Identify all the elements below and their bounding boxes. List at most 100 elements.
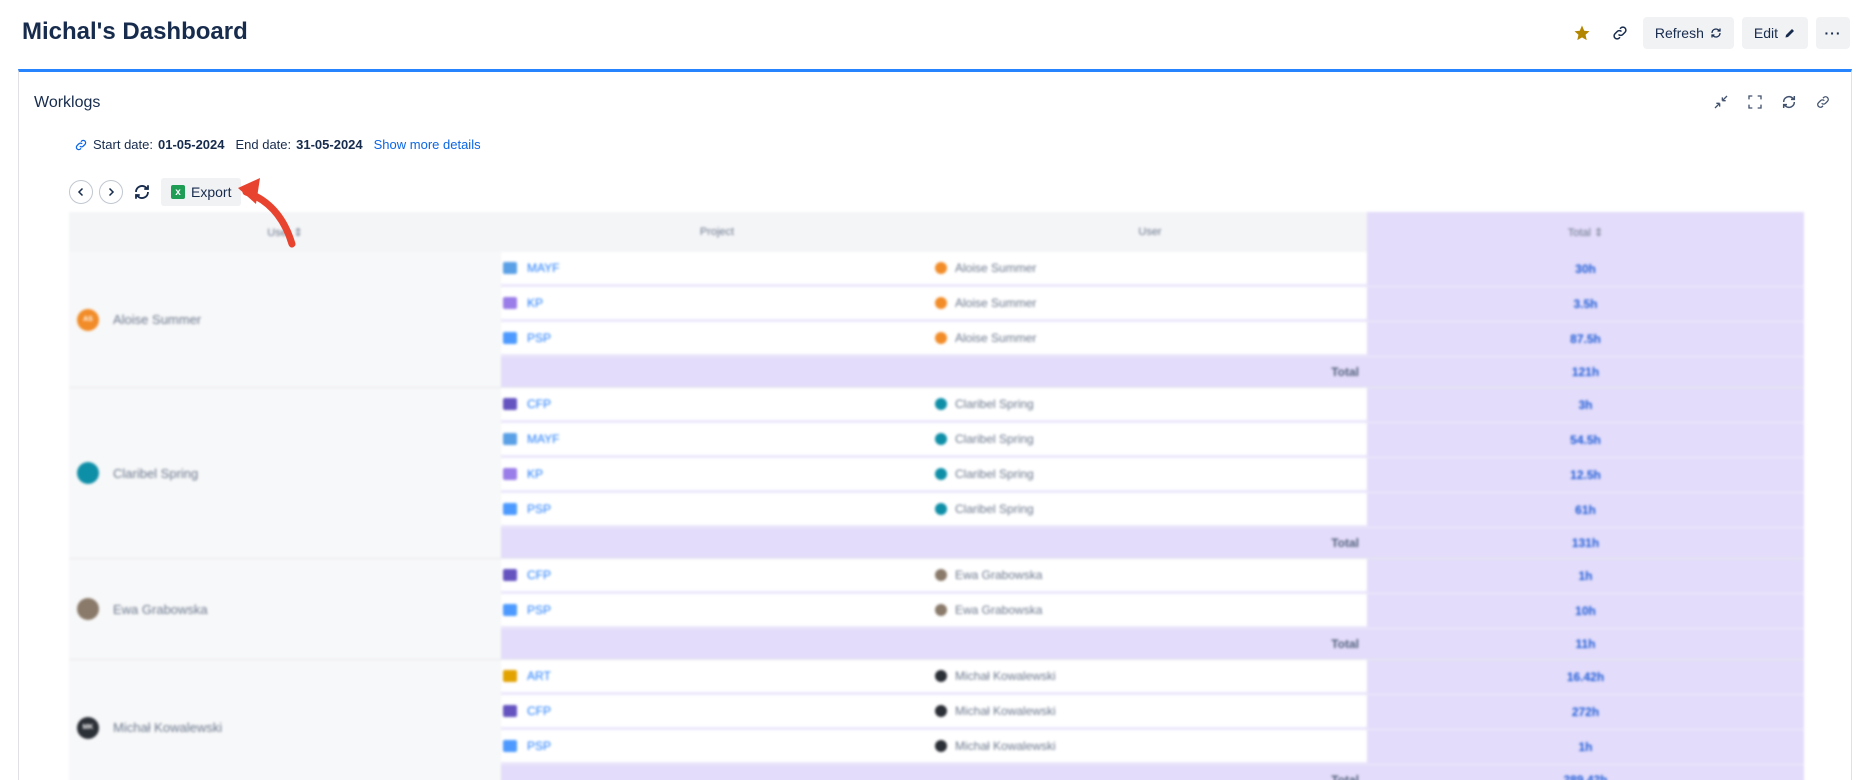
gadget-controls — [1711, 92, 1833, 112]
group-user-cell: MK Michał Kowalewski — [69, 660, 501, 780]
avatar: MK — [77, 716, 99, 739]
project-icon — [503, 569, 517, 581]
group-total-label: Total — [501, 629, 1367, 659]
group-total-row: Total 289.42h — [501, 765, 1804, 780]
project-link[interactable]: KP — [527, 467, 543, 481]
pencil-icon — [1785, 29, 1794, 38]
prev-button[interactable] — [69, 180, 93, 204]
table-toolbar: x Export — [69, 178, 242, 206]
project-cell: MAYF — [501, 423, 933, 458]
project-cell: PSP — [501, 594, 933, 629]
project-link[interactable]: CFP — [527, 397, 551, 411]
end-date-label: End date: — [235, 137, 292, 152]
user-avatar-icon — [935, 569, 947, 581]
column-header-total[interactable]: Total ⇕ — [1367, 212, 1804, 252]
export-label: Export — [191, 184, 232, 200]
table-refresh-icon[interactable] — [129, 179, 155, 205]
more-actions-button[interactable]: ··· — [1816, 17, 1850, 49]
user-avatar-icon — [935, 670, 947, 682]
project-cell: CFP — [501, 695, 933, 730]
project-icon — [503, 705, 517, 717]
gadget-link-icon[interactable] — [1813, 92, 1833, 112]
project-icon — [503, 670, 517, 682]
show-more-details-link[interactable]: Show more details — [374, 137, 481, 152]
project-link[interactable]: PSP — [527, 739, 551, 753]
link-icon[interactable] — [74, 138, 88, 152]
table-row: CFP Claribel Spring 3h — [501, 388, 1804, 423]
minimize-icon[interactable] — [1711, 92, 1731, 112]
header-actions: Refresh Edit ··· — [1567, 17, 1850, 49]
group-user-name: Claribel Spring — [113, 465, 199, 481]
project-link[interactable]: PSP — [527, 502, 551, 516]
group-total-row: Total 131h — [501, 528, 1804, 558]
user-cell: Michał Kowalewski — [933, 695, 1367, 730]
user-avatar-icon — [935, 332, 947, 344]
dashboard-header: Michal's Dashboard Refresh Edit ··· — [0, 0, 1870, 66]
user-name: Michał Kowalewski — [955, 704, 1056, 718]
copy-link-icon[interactable] — [1605, 18, 1635, 48]
project-link[interactable]: CFP — [527, 704, 551, 718]
table-row: KP Aloise Summer 3.5h — [501, 287, 1804, 322]
column-header-project: Project — [501, 212, 933, 252]
user-cell: Aloise Summer — [933, 322, 1367, 357]
table-row: PSP Claribel Spring 61h — [501, 493, 1804, 528]
project-link[interactable]: PSP — [527, 603, 551, 617]
user-avatar-icon — [935, 297, 947, 309]
table-row: MAYF Aloise Summer 30h — [501, 252, 1804, 287]
annotation-arrow — [238, 178, 296, 248]
user-group: Claribel Spring CFP Claribel Spring 3h MAYF C… — [69, 388, 1804, 559]
project-link[interactable]: KP — [527, 296, 543, 310]
group-total-value: 131h — [1367, 528, 1804, 558]
user-group: MK Michał Kowalewski ART Michał Kowalewski 1… — [69, 660, 1804, 780]
fullscreen-icon[interactable] — [1745, 92, 1765, 112]
total-cell: 1h — [1367, 730, 1804, 765]
refresh-button[interactable]: Refresh — [1642, 17, 1734, 49]
end-date-value: 31-05-2024 — [296, 137, 363, 152]
user-avatar-icon — [935, 398, 947, 410]
user-name: Aloise Summer — [955, 331, 1037, 345]
user-cell: Claribel Spring — [933, 388, 1367, 423]
total-cell: 272h — [1367, 695, 1804, 730]
group-user-name: Aloise Summer — [113, 312, 202, 327]
group-total-label: Total — [501, 528, 1367, 558]
group-total-value: 289.42h — [1367, 765, 1804, 780]
worklogs-table: User ⇕ Project User Total ⇕ AS Aloise Sum… — [69, 212, 1804, 780]
project-link[interactable]: ART — [527, 669, 551, 683]
total-cell: 3h — [1367, 388, 1804, 423]
user-cell: Ewa Grabowska — [933, 594, 1367, 629]
total-cell: 30h — [1367, 252, 1804, 287]
page-title: Michal's Dashboard — [22, 18, 248, 45]
edit-button[interactable]: Edit — [1741, 17, 1808, 49]
project-link[interactable]: MAYF — [527, 432, 559, 446]
project-link[interactable]: MAYF — [527, 261, 559, 275]
total-cell: 10h — [1367, 594, 1804, 629]
gadget-refresh-icon[interactable] — [1779, 92, 1799, 112]
user-cell: Ewa Grabowska — [933, 559, 1367, 594]
table-row: PSP Ewa Grabowska 10h — [501, 594, 1804, 629]
user-avatar-icon — [935, 433, 947, 445]
group-total-label: Total — [501, 357, 1367, 387]
group-user-cell: Ewa Grabowska — [69, 559, 501, 659]
user-group: Ewa Grabowska CFP Ewa Grabowska 1h PSP Ewa Gr… — [69, 559, 1804, 660]
project-link[interactable]: PSP — [527, 331, 551, 345]
total-cell: 1h — [1367, 559, 1804, 594]
table-row: ART Michał Kowalewski 16.42h — [501, 660, 1804, 695]
group-total-row: Total 121h — [501, 357, 1804, 387]
user-name: Claribel Spring — [955, 467, 1034, 481]
project-cell: PSP — [501, 493, 933, 528]
next-button[interactable] — [99, 180, 123, 204]
refresh-label: Refresh — [1654, 25, 1704, 41]
gadget-title: Worklogs — [34, 94, 101, 111]
project-cell: PSP — [501, 730, 933, 765]
excel-icon: x — [171, 185, 185, 199]
project-icon — [503, 262, 517, 274]
group-total-label: Total — [501, 765, 1367, 780]
user-avatar-icon — [935, 468, 947, 480]
total-cell: 87.5h — [1367, 322, 1804, 357]
user-avatar-icon — [935, 503, 947, 515]
export-button[interactable]: x Export — [161, 178, 242, 206]
project-link[interactable]: CFP — [527, 568, 551, 582]
star-icon[interactable] — [1567, 18, 1597, 48]
user-avatar-icon — [935, 705, 947, 717]
project-cell: PSP — [501, 322, 933, 357]
